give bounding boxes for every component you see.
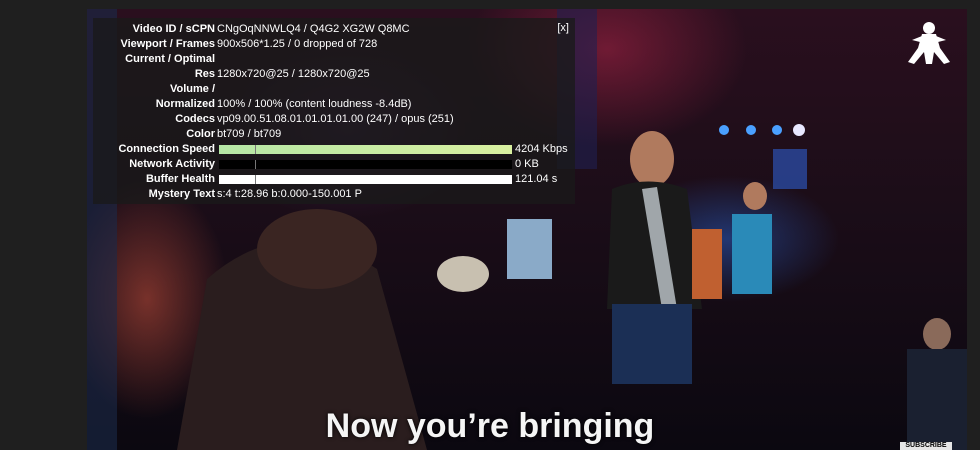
stats-row-viewport: Viewport / Frames 900x506*1.25 / 0 dropp… (93, 37, 575, 52)
stats-label: Mystery Text (148, 188, 215, 200)
stats-row-codecs: Codecs vp09.00.51.08.01.01.01.01.00 (247… (93, 112, 575, 127)
stats-value: s:4 t:28.96 b:0.000-150.001 P (217, 188, 362, 200)
stats-value: 900x506*1.25 / 0 dropped of 728 (217, 38, 378, 50)
stats-label: Connection Speed (118, 143, 215, 155)
stats-label: Viewport / Frames (120, 38, 215, 50)
stats-value: 0 KB (515, 158, 539, 170)
subscribe-watermark[interactable]: SUBSCRIBE (900, 442, 952, 450)
stats-row-color: Color bt709 / bt709 (93, 127, 575, 142)
buffer-health-bar (219, 175, 512, 184)
stats-value: 121.04 s (515, 173, 558, 185)
network-activity-bar (219, 160, 512, 169)
stats-row-current-optimal: Current / Optimal (93, 52, 575, 67)
stats-for-nerds-panel: [x] Video ID / sCPN CNgOqNNWLQ4 / Q4G2 X… (93, 18, 575, 204)
stats-row-normalized: Normalized 100% / 100% (content loudness… (93, 97, 575, 112)
stats-row-connection-speed: Connection Speed 4204 Kbps (93, 142, 575, 157)
stats-label: Video ID / sCPN (132, 23, 215, 35)
stats-label: Volume / (169, 83, 215, 95)
stats-label: Codecs (175, 113, 215, 125)
stats-row-res: Res 1280x720@25 / 1280x720@25 (93, 67, 575, 82)
stats-row-volume: Volume / (93, 82, 575, 97)
stats-label: Current / Optimal (125, 53, 215, 65)
stats-label: Color (186, 128, 215, 140)
stats-row-mystery-text: Mystery Text s:4 t:28.96 b:0.000-150.001… (93, 187, 575, 202)
stats-value: vp09.00.51.08.01.01.01.01.00 (247) / opu… (217, 113, 454, 125)
stats-row-buffer-health: Buffer Health 121.04 s (93, 172, 575, 187)
stats-value: 4204 Kbps (515, 143, 568, 155)
connection-speed-bar (219, 145, 512, 154)
stats-row-video-id: Video ID / sCPN CNgOqNNWLQ4 / Q4G2 XG2W … (93, 22, 575, 37)
stats-value: 100% / 100% (content loudness -8.4dB) (217, 98, 412, 110)
stats-value: 1280x720@25 / 1280x720@25 (217, 68, 370, 80)
stats-label: Normalized (155, 98, 215, 110)
stats-label: Buffer Health (145, 173, 215, 185)
stats-label: Network Activity (129, 158, 215, 170)
stats-row-network-activity: Network Activity 0 KB (93, 157, 575, 172)
stats-value: bt709 / bt709 (217, 128, 282, 140)
video-caption: Now you’re bringing (325, 407, 655, 445)
stats-label: Res (194, 68, 215, 80)
channel-watermark-icon[interactable] (904, 18, 954, 70)
stats-value: CNgOqNNWLQ4 / Q4G2 XG2W Q8MC (217, 23, 410, 35)
